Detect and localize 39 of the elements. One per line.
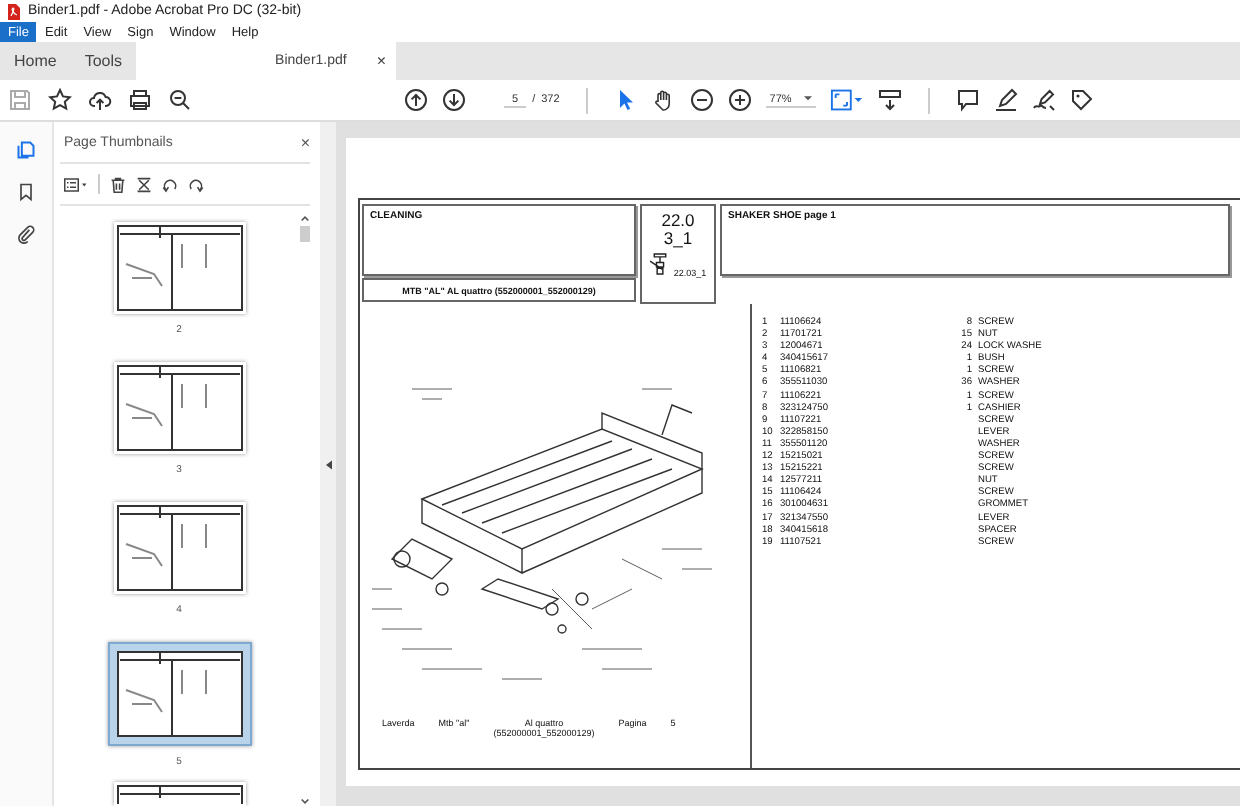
scroll-mode-icon[interactable] — [877, 88, 902, 112]
bookmark-icon[interactable] — [16, 182, 36, 202]
rotate-left-icon[interactable] — [162, 175, 178, 193]
caret-icon — [803, 96, 812, 102]
zoom-out-icon[interactable] — [689, 88, 714, 112]
tag-icon[interactable] — [1069, 88, 1094, 112]
scroll-down-icon[interactable] — [299, 798, 309, 806]
next-page-icon[interactable] — [442, 88, 466, 112]
caret-icon — [325, 459, 331, 469]
close-tab-icon[interactable]: × — [376, 52, 387, 70]
previous-page-icon[interactable] — [404, 88, 428, 112]
tab[interactable]: Tools — [70, 42, 137, 80]
pen-icon[interactable] — [993, 88, 1018, 112]
signature-pen-icon[interactable] — [1031, 88, 1056, 112]
hand-icon[interactable] — [651, 88, 676, 112]
scroll-up-icon[interactable] — [299, 214, 309, 222]
trash-icon[interactable] — [110, 175, 126, 193]
page-thumbnail[interactable] — [113, 362, 245, 454]
rotate-right-icon[interactable] — [188, 175, 204, 193]
comment-icon[interactable] — [955, 88, 980, 112]
page-thumbnail[interactable] — [113, 782, 245, 806]
print-icon[interactable] — [128, 88, 152, 112]
page-thumbnail[interactable] — [107, 642, 251, 746]
page-fit-icon[interactable] — [829, 88, 864, 112]
star-icon[interactable] — [48, 88, 72, 112]
zoom-in-icon[interactable] — [727, 88, 752, 112]
options-menu-icon[interactable] — [64, 175, 88, 193]
paperclip-icon[interactable] — [16, 224, 36, 244]
group-number: 22.0 — [661, 212, 695, 230]
tool-icon — [649, 250, 670, 278]
page-thumbnail[interactable] — [113, 502, 245, 594]
tab[interactable]: Home — [0, 42, 71, 80]
scrollbar-thumb[interactable] — [299, 226, 309, 242]
pages-icon[interactable] — [16, 140, 36, 160]
page-thumbnail[interactable] — [113, 222, 245, 314]
subgroup-number: 3_1 — [663, 230, 693, 248]
close-icon[interactable]: × — [300, 133, 310, 151]
cloud-upload-icon[interactable] — [88, 88, 112, 112]
zoom-out-search-icon[interactable] — [168, 88, 192, 112]
